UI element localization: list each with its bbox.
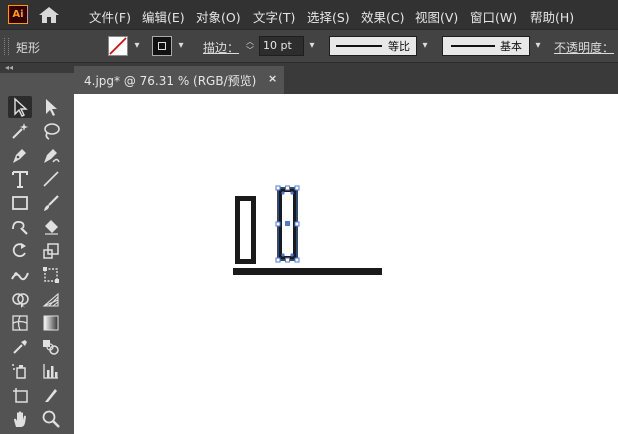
home-icon[interactable] — [38, 6, 60, 24]
zoom-tool[interactable] — [39, 408, 63, 430]
profile-label: 等比 — [388, 40, 410, 53]
document-tab[interactable]: 4.jpg* @ 76.31 % (RGB/预览) × — [74, 66, 284, 94]
menu-effect[interactable]: 效果(C) — [361, 7, 404, 26]
direct-selection-tool[interactable] — [39, 96, 63, 118]
puppet-warp-tool[interactable] — [8, 264, 32, 286]
menu-type[interactable]: 文字(T) — [253, 7, 295, 26]
slice-tool[interactable] — [39, 384, 63, 406]
stroke-label[interactable]: 描边： — [203, 39, 239, 56]
menu-bar: Ai 文件(F) 编辑(E) 对象(O) 文字(T) 选择(S) 效果(C) 视… — [0, 0, 618, 29]
symbol-sprayer-tool[interactable] — [8, 360, 32, 382]
type-tool[interactable] — [8, 168, 32, 190]
free-transform-tool[interactable] — [39, 264, 63, 286]
curvature-tool[interactable] — [39, 144, 63, 166]
opacity-label[interactable]: 不透明度： — [554, 39, 614, 56]
brush-dropdown-icon[interactable]: ▾ — [531, 37, 545, 55]
object-type-label: 矩形 — [16, 41, 41, 55]
magic-wand-tool[interactable] — [8, 120, 32, 142]
stroke-dropdown-icon[interactable]: ▾ — [174, 37, 188, 55]
eyedropper-tool[interactable] — [8, 336, 32, 358]
column-graph-tool[interactable] — [39, 360, 63, 382]
blend-tool[interactable] — [39, 336, 63, 358]
stroke-weight-dropdown-icon[interactable]: ▾ — [305, 37, 319, 55]
document-tab-bar: 4.jpg* @ 76.31 % (RGB/预览) × — [74, 63, 618, 94]
menu-window[interactable]: 窗口(W) — [470, 7, 517, 26]
artboard-canvas[interactable] — [74, 94, 618, 434]
hand-tool[interactable] — [8, 408, 32, 430]
shaper-tool[interactable] — [8, 216, 32, 238]
menu-select[interactable]: 选择(S) — [307, 7, 350, 26]
shape-builder-tool[interactable] — [8, 288, 32, 310]
brush-label: 基本 — [500, 40, 522, 53]
document-tab-title: 4.jpg* @ 76.31 % (RGB/预览) — [84, 74, 257, 88]
control-bar: 矩形 ▾ ▾ 描边： ︿ ﹀ 10 pt ▾ 等比 ▾ 基本 ▾ 不透明度： — [0, 29, 618, 63]
left-rectangle[interactable] — [235, 196, 256, 264]
line-segment-tool[interactable] — [39, 168, 63, 190]
artboard-tool[interactable] — [8, 384, 32, 406]
stroke-weight-field[interactable]: 10 pt — [259, 36, 304, 56]
menu-object[interactable]: 对象(O) — [196, 7, 241, 26]
menu-view[interactable]: 视图(V) — [415, 7, 458, 26]
rotate-tool[interactable] — [8, 240, 32, 262]
pen-tool[interactable] — [8, 144, 32, 166]
rectangle-tool[interactable] — [8, 192, 32, 214]
stroke-stepper-icon[interactable]: ︿ ﹀ — [243, 37, 257, 55]
menu-help[interactable]: 帮助(H) — [530, 7, 574, 26]
selection-tool[interactable] — [8, 96, 32, 118]
perspective-grid-tool[interactable] — [39, 288, 63, 310]
app-logo: Ai — [8, 5, 28, 24]
baseline-bar[interactable] — [233, 268, 382, 275]
brush-definition[interactable]: 基本 — [442, 36, 530, 56]
scale-tool[interactable] — [39, 240, 63, 262]
gradient-tool[interactable] — [39, 312, 63, 334]
fill-swatch[interactable] — [108, 36, 128, 56]
paintbrush-tool[interactable] — [39, 192, 63, 214]
close-icon[interactable]: × — [268, 72, 277, 85]
fill-dropdown-icon[interactable]: ▾ — [130, 37, 144, 55]
profile-dropdown-icon[interactable]: ▾ — [418, 37, 432, 55]
selected-rectangle[interactable] — [275, 185, 300, 263]
menu-file[interactable]: 文件(F) — [89, 7, 131, 26]
lasso-tool[interactable] — [39, 120, 63, 142]
tools-panel-header[interactable]: ◂◂ — [0, 63, 74, 73]
stroke-swatch[interactable] — [152, 36, 172, 56]
grip-handle[interactable] — [4, 38, 9, 55]
mesh-tool[interactable] — [8, 312, 32, 334]
menu-edit[interactable]: 编辑(E) — [142, 7, 185, 26]
eraser-tool[interactable] — [39, 216, 63, 238]
variable-width-profile[interactable]: 等比 — [329, 36, 417, 56]
